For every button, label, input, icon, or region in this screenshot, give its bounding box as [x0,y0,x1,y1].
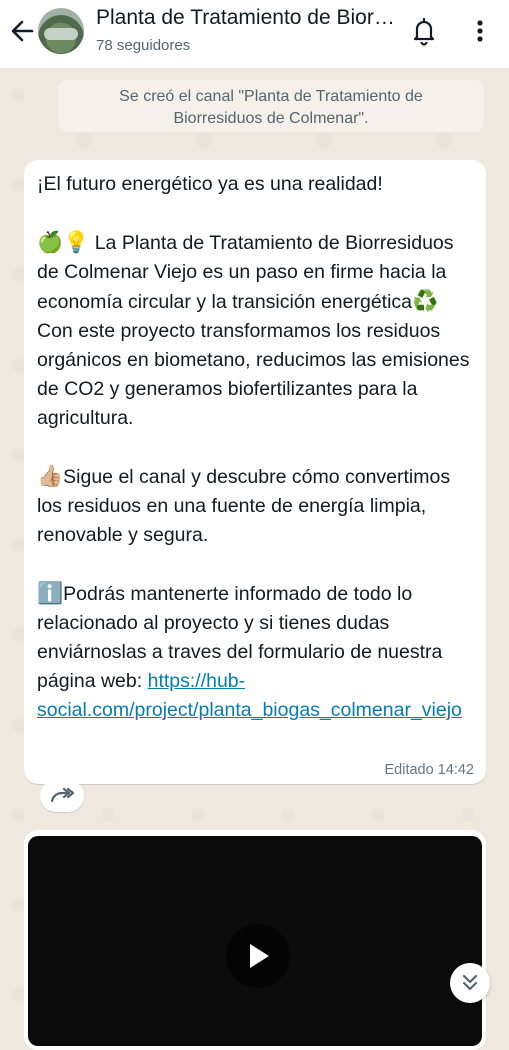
notice-line-1: Se creó el canal "Planta de Tratamiento … [119,88,423,105]
play-icon [250,944,269,968]
paragraph-2-text: La Planta de Tratamiento de Biorresiduos… [37,232,454,313]
paragraph-3-text: Sigue el canal y descubre cómo convertim… [37,466,451,546]
recycle-emoji: ♻️ [412,289,439,313]
channel-header: Planta de Tratamiento de Biorresiduos de… [0,0,509,68]
edited-timestamp: Editado 14:42 [384,762,475,778]
double-chevron-down-icon [462,974,478,991]
message-bubble[interactable]: ¡El futuro energético ya es una realidad… [24,160,486,784]
channel-created-notice: Se creó el canal "Planta de Tratamiento … [58,80,484,132]
message-paragraph-2: 🍏💡 La Planta de Tratamiento de Biorresid… [37,228,472,433]
info-emoji: ℹ️ [37,581,64,605]
followers-count: 78 seguidores [96,37,191,54]
more-vert-icon[interactable] [470,16,490,46]
channel-title[interactable]: Planta de Tratamiento de Biorresiduos de… [96,6,396,30]
arrow-left-icon[interactable] [8,16,36,46]
paragraph-2-text-b: Con este proyecto transformamos los resi… [37,320,470,429]
notice-line-2: Biorresiduos de Colmenar". [173,110,369,127]
scroll-to-bottom-button[interactable] [450,963,490,1003]
bell-icon[interactable] [410,16,438,46]
video-message[interactable] [24,830,486,1050]
channel-avatar[interactable] [38,8,84,54]
message-paragraph-1: ¡El futuro energético ya es una realidad… [37,173,383,195]
thumbs-up-emoji: 👍🏼 [37,464,64,488]
forward-icon [50,787,75,803]
apple-bulb-emoji: 🍏💡 [37,230,90,254]
video-thumbnail[interactable] [28,836,482,1046]
forward-button[interactable] [40,780,84,812]
play-button[interactable] [226,924,290,988]
message-paragraph-4: ℹ️Podrás mantenerte informado de todo lo… [37,579,472,725]
message-paragraph-3: 👍🏼Sigue el canal y descubre cómo convert… [37,462,472,550]
